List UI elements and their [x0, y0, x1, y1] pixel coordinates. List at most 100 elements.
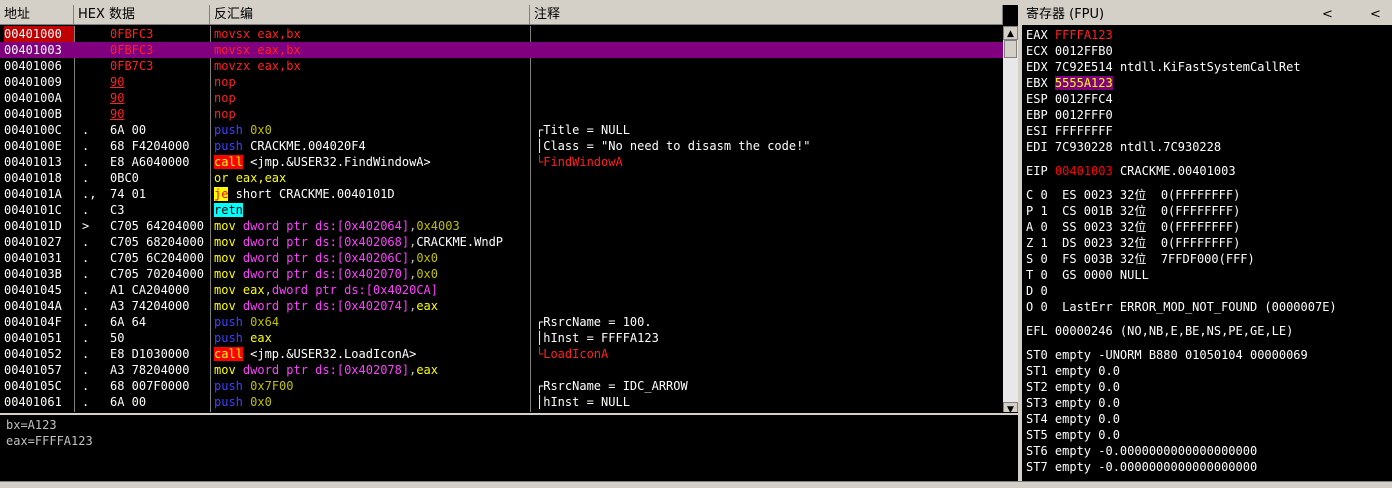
- hex-bytes: 6A 64: [110, 315, 147, 329]
- register-edi[interactable]: EDI 7C930228 ntdll.7C930228: [1026, 139, 1221, 155]
- instruction-row[interactable]: 0040104A. A3 74204000 mov dword ptr ds:[0x…: [0, 298, 1003, 314]
- instruction-row[interactable]: 0040100E. 68 F4204000 push CRACKME.004020F…: [0, 138, 1003, 154]
- register-esp[interactable]: ESP 0012FFC4: [1026, 91, 1113, 107]
- fpu-register[interactable]: ST4 empty 0.0: [1026, 411, 1120, 427]
- instruction-row[interactable]: 00401000 0FBFC3 movsx eax,bx: [0, 26, 1003, 42]
- info-line: eax=FFFFA123: [6, 434, 93, 448]
- hex-bytes: A3 78204000: [110, 363, 190, 377]
- register-efl[interactable]: EFL 00000246 (NO,NB,E,BE,NS,PE,GE,LE): [1026, 323, 1293, 339]
- scroll-down-icon[interactable]: ▼: [1003, 402, 1018, 412]
- hex-bytes: 68 007F0000: [110, 379, 190, 393]
- register-ebp[interactable]: EBP 0012FFF0: [1026, 107, 1113, 123]
- scroll-thumb[interactable]: [1004, 40, 1017, 58]
- hex-bytes: E8 A6040000: [110, 155, 190, 169]
- column-header-hex[interactable]: HEX 数据: [74, 5, 210, 25]
- disassembly-text: nop: [214, 75, 236, 89]
- fpu-register[interactable]: ST6 empty -0.0000000000000000000: [1026, 443, 1257, 459]
- instruction-row[interactable]: 0040100B 90 nop: [0, 106, 1003, 122]
- instruction-row[interactable]: 00401027. C705 68204000 mov dword ptr ds:[…: [0, 234, 1003, 250]
- comment-text: │hInst = FFFFA123: [536, 331, 659, 345]
- flag-row[interactable]: T 0 GS 0000 NULL: [1026, 267, 1149, 283]
- flag-row[interactable]: D 0: [1026, 283, 1048, 299]
- instruction-row[interactable]: 0040105C. 68 007F0000 push 0x7F00 ┌RsrcName…: [0, 378, 1003, 394]
- disassembly-text: movzx eax,bx: [214, 59, 301, 73]
- flag-row[interactable]: P 1 CS 001B 32位 0(FFFFFFFF): [1026, 203, 1240, 219]
- instruction-row[interactable]: 00401052. E8 D1030000 call <jmp.&USER32.Lo…: [0, 346, 1003, 362]
- hex-bytes: C705 70204000: [110, 267, 204, 281]
- column-header-disasm[interactable]: 反汇编: [210, 5, 530, 25]
- instruction-address: 00401031: [4, 251, 62, 265]
- comment-text: [536, 186, 1001, 202]
- comment-text: [536, 42, 1001, 58]
- disassembly-text: mov eax,dword ptr ds:[0x4020CA]: [214, 283, 439, 297]
- flag-row[interactable]: O 0 LastErr ERROR_MOD_NOT_FOUND (0000007…: [1026, 299, 1337, 315]
- registers-header[interactable]: 寄存器 (FPU) < <: [1022, 5, 1392, 25]
- instruction-address: 0040103B: [4, 267, 62, 281]
- register-esi[interactable]: ESI FFFFFFFF: [1026, 123, 1113, 139]
- instruction-row[interactable]: 00401057. A3 78204000 mov dword ptr ds:[0x…: [0, 362, 1003, 378]
- instruction-address: 00401003: [4, 43, 62, 57]
- disassembly-pane[interactable]: 地址 HEX 数据 反汇编 注释 00401000 0FBFC3 movsx eax…: [0, 5, 1018, 412]
- instruction-row[interactable]: 0040103B. C705 70204000 mov dword ptr ds:[…: [0, 266, 1003, 282]
- vertical-scrollbar[interactable]: ▲ ▼: [1003, 26, 1018, 412]
- fpu-register[interactable]: ST2 empty 0.0: [1026, 379, 1120, 395]
- instruction-row[interactable]: 00401061. 6A 00 push 0x0 │hInst = NULL: [0, 394, 1003, 410]
- hex-bytes: 6A 00: [110, 123, 147, 137]
- registers-title: 寄存器 (FPU): [1026, 7, 1105, 22]
- instruction-row[interactable]: 00401003 0FBFC3 movsx eax,bx: [0, 42, 1003, 58]
- next-view-icon[interactable]: <: [1370, 5, 1381, 25]
- disassembly-text: retn: [214, 203, 243, 217]
- register-eip[interactable]: EIP 00401003 CRACKME.00401003: [1026, 163, 1236, 179]
- register-ecx[interactable]: ECX 0012FFB0: [1026, 43, 1113, 59]
- registers-pane[interactable]: 寄存器 (FPU) < < EAX FFFFA123 ECX 0012FFB0 ED…: [1022, 5, 1392, 481]
- hex-bytes: 90: [110, 91, 125, 105]
- disassembly-text: je short CRACKME.0040101D: [214, 187, 395, 201]
- instruction-row[interactable]: 00401009 90 nop: [0, 74, 1003, 90]
- instruction-row[interactable]: 0040100A 90 nop: [0, 90, 1003, 106]
- prev-view-icon[interactable]: <: [1322, 5, 1333, 25]
- disassembly-text: mov dword ptr ds:[0x402064],0x4003: [214, 219, 460, 233]
- fpu-register[interactable]: ST3 empty 0.0: [1026, 395, 1120, 411]
- scroll-up-icon[interactable]: ▲: [1003, 26, 1018, 40]
- instruction-address: 0040100E: [4, 139, 62, 153]
- comment-text: └LoadIconA: [536, 347, 609, 361]
- flag-row[interactable]: A 0 SS 0023 32位 0(FFFFFFFF): [1026, 219, 1240, 235]
- register-edx[interactable]: EDX 7C92E514 ntdll.KiFastSystemCallRet: [1026, 59, 1301, 75]
- instruction-row[interactable]: 0040101C. C3 retn: [0, 202, 1003, 218]
- column-header-comment[interactable]: 注释: [530, 5, 1003, 25]
- comment-text: ┌RsrcName = IDC_ARROW: [536, 379, 688, 393]
- flag-row[interactable]: S 0 FS 003B 32位 7FFDF000(FFF): [1026, 251, 1255, 267]
- instruction-row[interactable]: 0040104F. 6A 64 push 0x64 ┌RsrcName = 100.: [0, 314, 1003, 330]
- fpu-register[interactable]: ST7 empty -0.0000000000000000000: [1026, 459, 1257, 475]
- fpu-register[interactable]: ST5 empty 0.0: [1026, 427, 1120, 443]
- disassembly-text: nop: [214, 107, 236, 121]
- instruction-address: 0040101D: [4, 219, 62, 233]
- instruction-row[interactable]: 00401045. A1 CA204000 mov eax,dword ptr ds…: [0, 282, 1003, 298]
- column-header-address[interactable]: 地址: [0, 5, 74, 25]
- instruction-row[interactable]: 00401006 0FB7C3 movzx eax,bx: [0, 58, 1003, 74]
- comment-text: │hInst = NULL: [536, 395, 630, 409]
- hex-bytes: 74 01: [110, 187, 147, 201]
- fpu-register[interactable]: ST1 empty 0.0: [1026, 363, 1120, 379]
- comment-text: [536, 282, 1001, 298]
- hex-bytes: E8 D1030000: [110, 347, 190, 361]
- instruction-row[interactable]: 0040100C. 6A 00 push 0x0 ┌Title = NULL: [0, 122, 1003, 138]
- register-eax[interactable]: EAX FFFFA123: [1026, 27, 1113, 43]
- flag-row[interactable]: C 0 ES 0023 32位 0(FFFFFFFF): [1026, 187, 1240, 203]
- instruction-row[interactable]: 0040101A., 74 01 je short CRACKME.0040101D: [0, 186, 1003, 202]
- disassembly-text: movsx eax,bx: [214, 27, 301, 41]
- flag-row[interactable]: Z 1 DS 0023 32位 0(FFFFFFFF): [1026, 235, 1240, 251]
- disassembly-text: push 0x64: [214, 315, 280, 329]
- instruction-row[interactable]: 0040101D > C705 64204000 mov dword ptr ds:[…: [0, 218, 1003, 234]
- hex-bytes: 90: [110, 107, 125, 121]
- instruction-row[interactable]: 00401051. 50 push eax │hInst = FFFFA123: [0, 330, 1003, 346]
- instruction-row[interactable]: 00401013. E8 A6040000 call <jmp.&USER32.Fi…: [0, 154, 1003, 170]
- instruction-row[interactable]: 00401031. C705 6C204000 mov dword ptr ds:[…: [0, 250, 1003, 266]
- disassembly-text: call <jmp.&USER32.FindWindowA>: [214, 155, 431, 169]
- hex-bytes: 0FBFC3: [110, 43, 154, 57]
- register-ebx[interactable]: EBX 5555A123: [1026, 75, 1113, 91]
- instruction-row[interactable]: 00401018. 0BC0 or eax,eax: [0, 170, 1003, 186]
- hex-bytes: C705 68204000: [110, 235, 204, 249]
- disassembly-text: mov dword ptr ds:[0x402078],eax: [214, 363, 439, 377]
- fpu-register[interactable]: ST0 empty -UNORM B880 01050104 00000069: [1026, 347, 1308, 363]
